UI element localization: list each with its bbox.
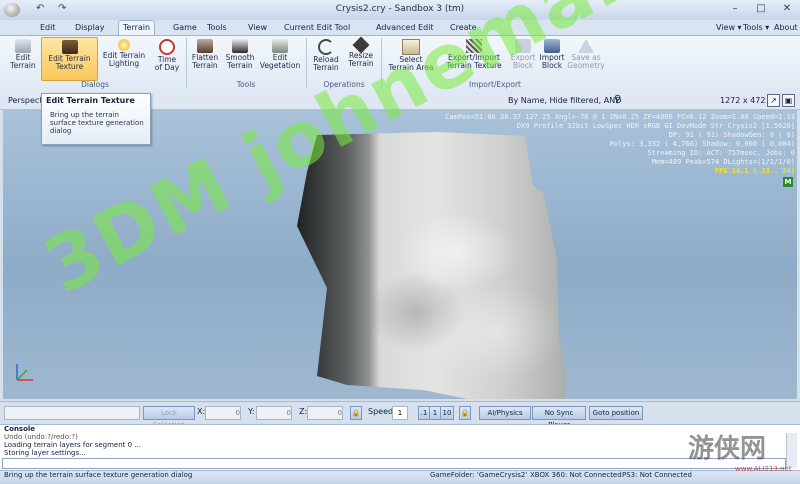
tooltip-body: Bring up the terrain surface texture gen… — [50, 111, 144, 135]
smooth-terrain-button[interactable]: Smooth Terrain — [223, 37, 257, 79]
edit-terrain-button[interactable]: Edit Terrain — [5, 37, 41, 79]
group-tools-label: Tools — [236, 80, 256, 89]
axis-gizmo-graphic — [16, 364, 33, 381]
flatten-icon — [197, 39, 213, 53]
ribbon-separator — [306, 38, 307, 88]
edit-terrain-lighting-button[interactable]: Edit Terrain Lighting — [97, 37, 151, 79]
menu-terrain[interactable]: Terrain — [118, 20, 156, 36]
minimize-button[interactable]: – — [722, 2, 748, 16]
geometry-icon — [578, 39, 594, 53]
debug-overlay-line-2: DX9 Profile 32bit LowSpec HDR sRGB GI De… — [516, 122, 795, 130]
console-scrollbar[interactable] — [786, 433, 797, 468]
mode-badge: M — [783, 177, 793, 187]
debug-overlay-line-3: DP: 91 ( 91) ShadowGen: 0 ( 0) — [668, 131, 795, 139]
menu-view[interactable]: View — [244, 21, 271, 34]
menu-game[interactable]: Game — [169, 21, 201, 34]
viewport-maximize-icon[interactable]: ▣ — [782, 94, 795, 107]
reload-icon — [318, 39, 334, 55]
tooltip: Edit Terrain Texture Bring up the terrai… — [41, 93, 151, 145]
z-coordinate-field[interactable]: 0 — [307, 406, 343, 420]
debug-overlay-line-5: Streaming IO: ACT: 757msec, Jobs: 0 — [647, 149, 795, 157]
menu-right-tools[interactable]: Tools ▾ — [739, 21, 773, 34]
flatten-terrain-button[interactable]: Flatten Terrain — [188, 37, 222, 79]
status-ps3: PS3: Not Connected — [622, 471, 692, 479]
speed-10-button[interactable]: 10 — [440, 406, 454, 420]
status-gamefolder: GameFolder: 'GameCrysis2' — [430, 471, 528, 479]
console-line: Storing layer settings... — [4, 449, 86, 457]
edit-vegetation-button[interactable]: Edit Vegetation — [258, 37, 302, 79]
debug-overlay-line-6: Mem=489 Peak=574 DLights=(1/1/1/0) — [651, 158, 795, 166]
debug-overlay-line-1: CamPos=51.06 38.37 127.25 Angl=-76 0 1 Z… — [445, 113, 795, 121]
terrain-edit-icon — [15, 39, 31, 53]
x-label: X: — [197, 407, 206, 416]
menu-edit[interactable]: Edit — [36, 21, 60, 34]
axis-gizmo — [11, 358, 41, 388]
clock-icon — [159, 39, 175, 55]
no-sync-player-button[interactable]: No Sync Player — [532, 406, 586, 429]
debug-overlay-line-4: Polys: 3,332 ( 4,760) Shadow: 0,000 ( 0,… — [609, 140, 795, 148]
goto-position-button[interactable]: Goto position — [589, 406, 643, 420]
menu-about[interactable]: About — [770, 21, 800, 34]
vegetation-icon — [272, 39, 288, 53]
menu-display[interactable]: Display — [71, 21, 109, 34]
terrain-texture-icon — [61, 40, 78, 54]
window-title: Crysis2.cry - Sandbox 3 (tm) — [335, 4, 465, 14]
smooth-icon — [232, 39, 248, 53]
terrain-mesh — [297, 132, 567, 399]
watermark-url: www.ALI213.net — [735, 465, 792, 473]
selection-name-field[interactable] — [4, 406, 140, 420]
sun-icon — [118, 39, 130, 51]
viewport-options-icon[interactable]: ↗ — [767, 94, 780, 107]
y-label: Y: — [248, 407, 255, 416]
z-label: Z: — [299, 407, 308, 416]
time-of-day-button[interactable]: Time of Day — [152, 37, 182, 79]
y-coordinate-field[interactable]: 0 — [256, 406, 292, 420]
lock-selection-button[interactable]: Lock Selection — [143, 406, 195, 429]
status-message: Bring up the terrain surface texture gen… — [4, 471, 193, 479]
edit-terrain-texture-button[interactable]: Edit Terrain Texture — [41, 37, 98, 81]
close-button[interactable]: ✕ — [774, 2, 800, 16]
menu-tools[interactable]: Tools — [203, 21, 231, 34]
console-input[interactable] — [2, 458, 786, 469]
console-line: Undo (undo:?/redo:?) — [4, 433, 78, 441]
lock-view-icon[interactable]: 🔒 — [459, 406, 471, 420]
object-filter[interactable]: By Name, Hide filtered, AND — [508, 96, 621, 105]
status-xbox: XBOX 360: Not Connected — [530, 471, 622, 479]
fps-value: 24.1 ( 23.. 24) — [731, 167, 795, 175]
resolution-readout: 1272 x 472 — [720, 96, 766, 105]
ribbon-separator — [186, 38, 187, 88]
tooltip-title: Edit Terrain Texture — [46, 96, 135, 105]
menu-current-edit-tool[interactable]: Current Edit Tool — [280, 21, 354, 34]
group-dialogs-label: Dialogs — [81, 80, 109, 89]
console-line: Loading terrain layers for segment 0 ... — [4, 441, 141, 449]
search-icon[interactable]: ⚲ — [614, 94, 621, 105]
speed-field[interactable]: 1 — [392, 406, 408, 420]
console-title: Console — [4, 425, 36, 433]
x-coordinate-field[interactable]: 0 — [205, 406, 241, 420]
fps-counter: FPS 24.1 ( 23.. 24) — [715, 167, 795, 175]
ai-physics-button[interactable]: AI/Physics — [479, 406, 531, 420]
fps-label: FPS — [714, 167, 728, 175]
maximize-button[interactable]: □ — [748, 2, 774, 16]
lock-icon[interactable]: 🔒 — [350, 406, 362, 420]
watermark-logo: 游侠网 — [688, 434, 767, 464]
